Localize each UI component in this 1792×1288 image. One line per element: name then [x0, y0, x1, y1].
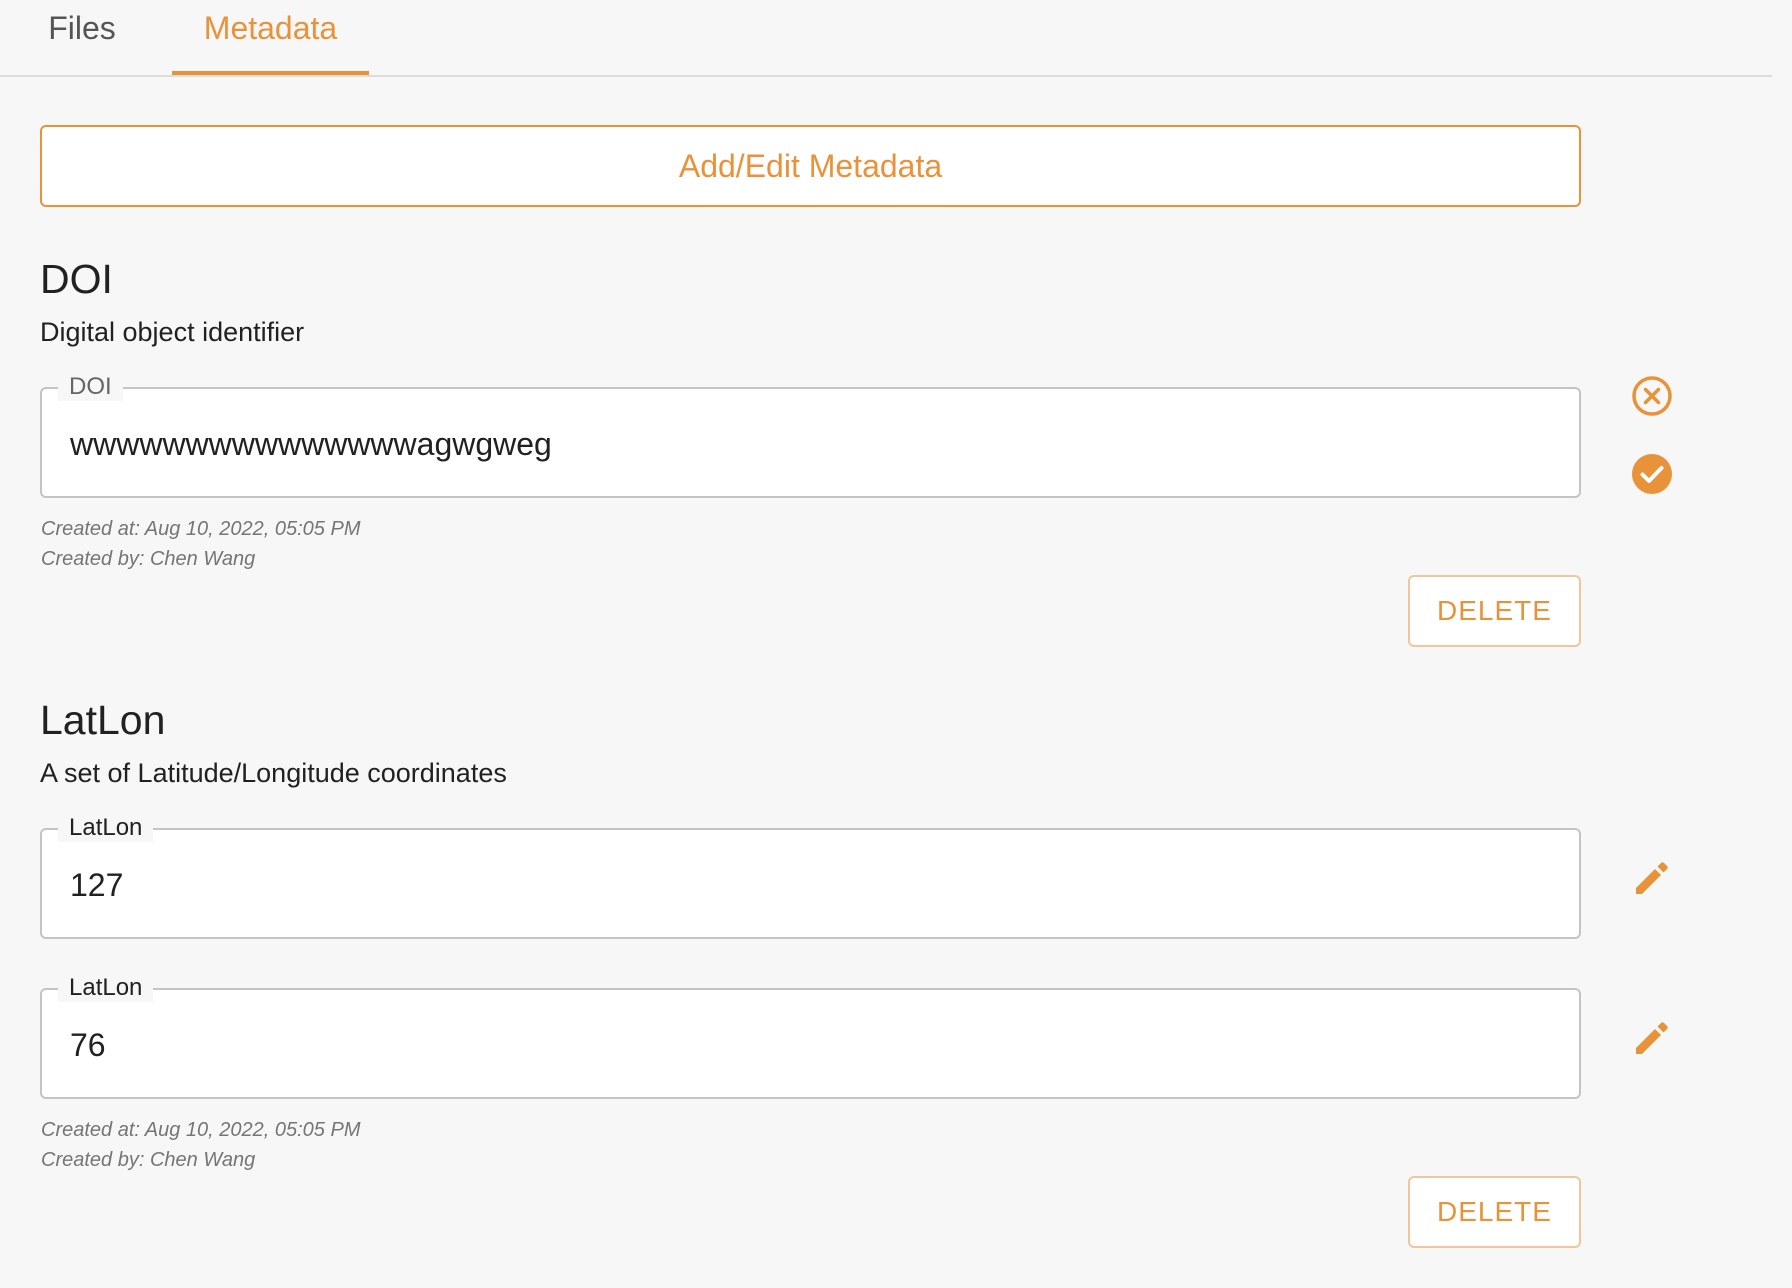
latlon-field-2[interactable]: LatLon 76: [40, 974, 1581, 1099]
created-by-latlon: Created by: Chen Wang: [41, 1149, 256, 1171]
tab-files[interactable]: Files: [24, 0, 140, 77]
section-title-doi: DOI: [40, 256, 113, 302]
pencil-icon[interactable]: [1630, 856, 1674, 900]
latlon-field-1-label: LatLon: [58, 814, 154, 842]
cancel-circle-icon[interactable]: [1630, 374, 1674, 418]
doi-field-label: DOI: [58, 373, 123, 401]
check-circle-icon[interactable]: [1630, 452, 1674, 496]
created-at-latlon: Created at: Aug 10, 2022, 05:05 PM: [41, 1119, 361, 1141]
active-tab-indicator: [172, 71, 369, 75]
latlon-field-1-value: 127: [70, 867, 124, 903]
delete-button-doi[interactable]: DELETE: [1408, 575, 1581, 647]
pencil-icon[interactable]: [1630, 1016, 1674, 1060]
delete-button-latlon[interactable]: DELETE: [1408, 1176, 1581, 1248]
section-description-latlon: A set of Latitude/Longitude coordinates: [40, 758, 507, 788]
tab-metadata[interactable]: Metadata: [172, 0, 369, 77]
latlon-field-2-value: 76: [70, 1027, 106, 1063]
section-description-doi: Digital object identifier: [40, 317, 305, 347]
created-at-doi: Created at: Aug 10, 2022, 05:05 PM: [41, 518, 361, 540]
created-by-doi: Created by: Chen Wang: [41, 548, 256, 570]
doi-field[interactable]: DOI wwwwwwwwwwwwwwwagwgweg: [40, 373, 1581, 498]
section-title-latlon: LatLon: [40, 697, 166, 743]
add-edit-metadata-button[interactable]: Add/Edit Metadata: [40, 125, 1581, 207]
latlon-field-1[interactable]: LatLon 127: [40, 814, 1581, 939]
latlon-field-2-label: LatLon: [58, 974, 154, 1002]
doi-field-value[interactable]: wwwwwwwwwwwwwwwagwgweg: [70, 425, 552, 463]
tab-bar: Files Metadata: [0, 0, 1772, 77]
